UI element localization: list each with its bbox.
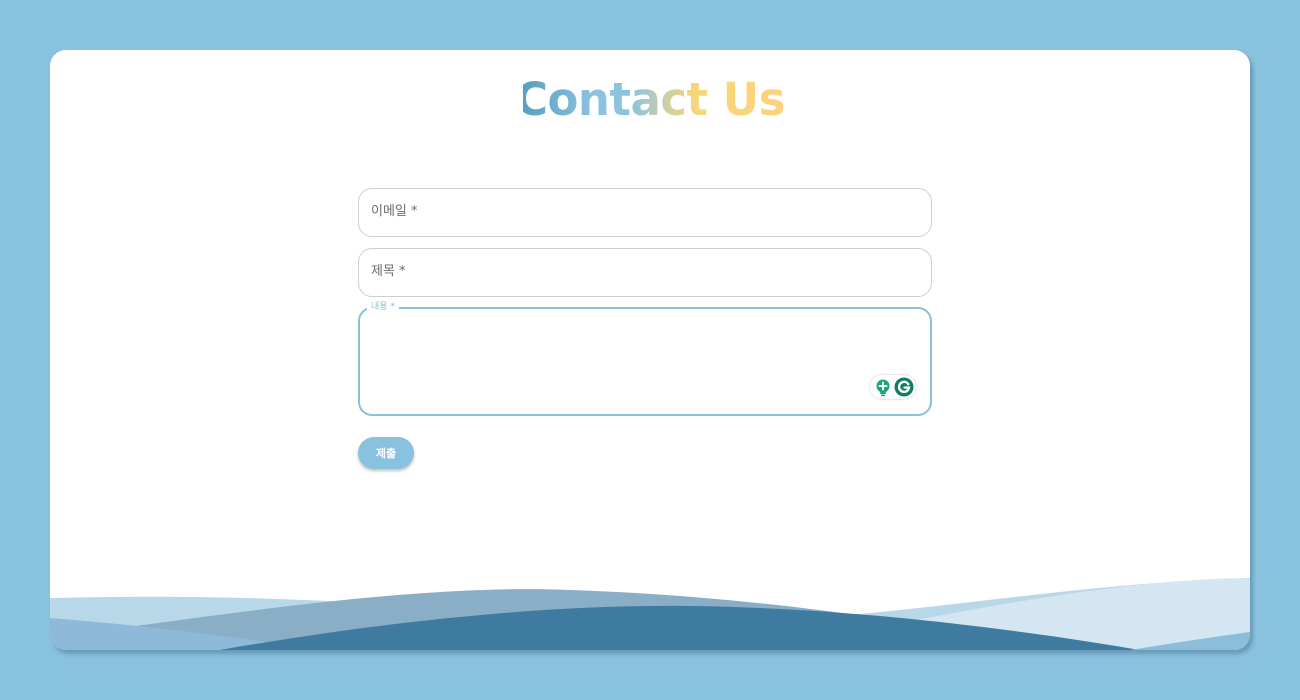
grammarly-g-icon[interactable] xyxy=(894,377,914,397)
email-input[interactable] xyxy=(359,189,935,238)
content-label: 내용 * xyxy=(367,300,399,314)
submit-button[interactable]: 제출 xyxy=(358,437,414,469)
contact-card: Contact Us 이메일 * 제목 * 내용 * 제출 xyxy=(50,50,1250,650)
email-label: 이메일 * xyxy=(371,204,418,219)
wave-decoration xyxy=(50,578,1250,650)
grammarly-widget[interactable] xyxy=(870,375,916,399)
subject-label: 제목 * xyxy=(371,264,406,279)
content-field[interactable]: 내용 * xyxy=(358,300,932,416)
page-title: Contact Us xyxy=(50,70,1250,130)
subject-field[interactable]: 제목 * xyxy=(358,248,935,298)
content-textarea[interactable] xyxy=(370,319,924,408)
subject-input[interactable] xyxy=(359,249,935,298)
lightbulb-icon[interactable] xyxy=(875,379,891,397)
email-field[interactable]: 이메일 * xyxy=(358,188,935,238)
